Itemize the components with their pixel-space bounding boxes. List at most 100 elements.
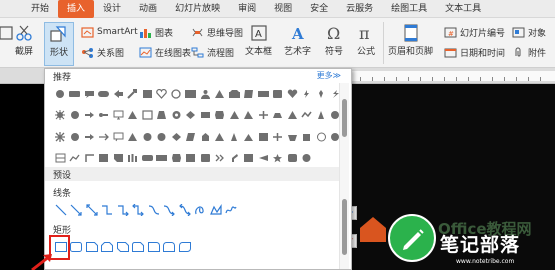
round-diagonal-rectangle-shape[interactable] (177, 240, 193, 254)
shape-item[interactable] (314, 108, 329, 122)
shape-item[interactable] (53, 151, 68, 165)
shape-item[interactable] (184, 130, 199, 144)
shape-item[interactable] (126, 151, 141, 165)
shape-item[interactable] (271, 130, 286, 144)
scribble-shape[interactable] (224, 203, 240, 217)
shape-item[interactable] (256, 151, 271, 165)
attach-button[interactable]: 附件 (511, 46, 546, 59)
shape-item[interactable] (213, 108, 228, 122)
shape-item[interactable] (140, 87, 155, 101)
shape-item[interactable] (198, 87, 213, 101)
menu-review[interactable]: 审阅 (229, 0, 265, 18)
scroll-thumb-top[interactable] (342, 99, 347, 137)
shape-item[interactable] (111, 151, 126, 165)
menu-design[interactable]: 设计 (94, 0, 130, 18)
wordart-button[interactable]: A 艺术字 (284, 24, 311, 57)
shape-item[interactable] (198, 130, 213, 144)
more-link[interactable]: 更多≫ (317, 70, 341, 81)
menu-drawing-tools[interactable]: 绘图工具 (382, 0, 436, 18)
shape-item[interactable] (198, 108, 213, 122)
shape-item[interactable] (271, 87, 286, 101)
shape-item[interactable] (97, 87, 112, 101)
shape-item[interactable] (140, 130, 155, 144)
panel-scrollbar[interactable] (339, 83, 349, 269)
arrow-line-shape[interactable] (69, 203, 85, 217)
shape-item[interactable] (300, 87, 315, 101)
mindmap-button[interactable]: 思维导图 (190, 26, 243, 39)
flowchart-button[interactable]: 流程图 (190, 46, 234, 59)
shape-item[interactable] (198, 151, 213, 165)
elbow-double-arrow-shape[interactable] (131, 203, 147, 217)
curved-arrow-shape[interactable] (162, 203, 178, 217)
shape-item[interactable] (314, 130, 329, 144)
menu-insert[interactable]: 插入 (58, 0, 95, 19)
online-chart-button[interactable]: 在线图表 (138, 46, 191, 59)
shape-item[interactable] (140, 108, 155, 122)
shape-item[interactable] (300, 130, 315, 144)
shape-item[interactable] (155, 87, 170, 101)
shape-item[interactable] (271, 108, 286, 122)
shape-item[interactable] (53, 87, 68, 101)
double-arrow-shape[interactable] (84, 203, 100, 217)
shape-item[interactable] (300, 108, 315, 122)
shape-item[interactable] (111, 108, 126, 122)
snip-round-rectangle-shape[interactable] (131, 240, 147, 254)
shape-item[interactable] (155, 151, 170, 165)
header-footer-button[interactable]: 页眉和页脚 (388, 24, 433, 57)
shape-item[interactable] (256, 87, 271, 101)
curved-double-arrow-shape[interactable] (177, 203, 193, 217)
shape-item[interactable] (82, 130, 97, 144)
rounded-rectangle-shape[interactable] (69, 240, 85, 254)
shape-item[interactable] (126, 108, 141, 122)
shape-item[interactable] (242, 130, 257, 144)
snip-corner-rectangle-shape[interactable] (84, 240, 100, 254)
shape-button[interactable]: 形状 (44, 22, 74, 66)
shape-item[interactable] (53, 108, 68, 122)
shape-item[interactable] (82, 87, 97, 101)
shape-item[interactable] (227, 130, 242, 144)
shape-item[interactable] (256, 130, 271, 144)
shape-item[interactable] (82, 151, 97, 165)
shape-item[interactable] (68, 87, 83, 101)
shape-item[interactable] (184, 151, 199, 165)
shape-item[interactable] (213, 87, 228, 101)
shape-item[interactable] (155, 108, 170, 122)
shape-item[interactable] (285, 108, 300, 122)
smartart-button[interactable]: SmartArt (80, 26, 138, 38)
shape-item[interactable] (68, 151, 83, 165)
round-same-side-rectangle-shape[interactable] (162, 240, 178, 254)
shape-item[interactable] (126, 87, 141, 101)
shape-item[interactable] (126, 130, 141, 144)
shape-item[interactable] (242, 87, 257, 101)
shape-item[interactable] (169, 151, 184, 165)
menu-home[interactable]: 开始 (22, 0, 58, 18)
shape-item[interactable] (169, 87, 184, 101)
shape-item[interactable] (242, 151, 257, 165)
shape-item[interactable] (184, 87, 199, 101)
menu-view[interactable]: 视图 (265, 0, 301, 18)
shape-item[interactable] (227, 151, 242, 165)
shape-item[interactable] (97, 130, 112, 144)
menu-security[interactable]: 安全 (301, 0, 337, 18)
shape-item[interactable] (97, 151, 112, 165)
menu-text-tools[interactable]: 文本工具 (436, 0, 490, 18)
curved-connector-shape[interactable] (146, 203, 162, 217)
shape-item[interactable] (242, 108, 257, 122)
shape-item[interactable] (68, 130, 83, 144)
shape-item[interactable] (97, 108, 112, 122)
elbow-connector-shape[interactable] (100, 203, 116, 217)
textbox-button[interactable]: A 文本框 (245, 24, 272, 57)
menu-slideshow[interactable]: 幻灯片放映 (166, 0, 229, 18)
line-shape[interactable] (53, 203, 69, 217)
shape-item[interactable] (111, 87, 126, 101)
scroll-thumb-bottom[interactable] (342, 199, 347, 255)
freeform-shape[interactable] (208, 203, 224, 217)
object-button[interactable]: 对象 (511, 26, 546, 39)
shape-item[interactable] (300, 151, 315, 165)
slide-number-button[interactable]: # 幻灯片编号 (443, 26, 505, 39)
elbow-arrow-shape[interactable] (115, 203, 131, 217)
datetime-button[interactable]: 日期和时间 (443, 46, 505, 59)
shape-item[interactable] (184, 108, 199, 122)
symbol-button[interactable]: Ω 符号 (324, 24, 344, 57)
shape-item[interactable] (213, 130, 228, 144)
